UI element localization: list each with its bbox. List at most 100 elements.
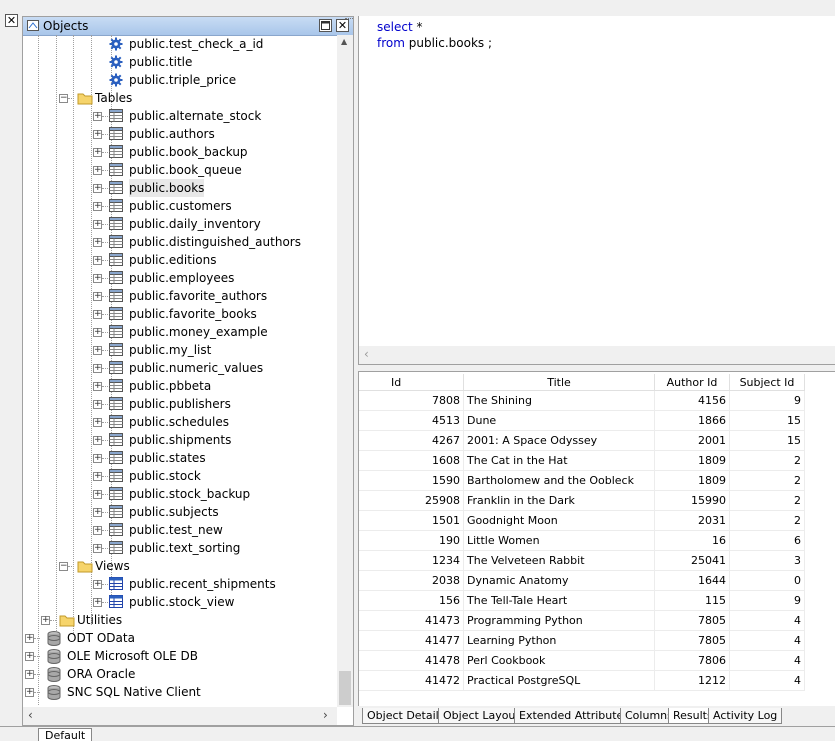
cell-title[interactable]: Franklin in the Dark xyxy=(463,490,655,511)
tree-node-table[interactable]: + public.numeric_values xyxy=(23,359,339,377)
tree-node-view[interactable]: + public.stock_view xyxy=(23,593,339,611)
cell-subject-id[interactable]: 2 xyxy=(729,510,805,531)
cell-subject-id[interactable]: 4 xyxy=(729,630,805,651)
results-grid[interactable]: Id Title Author Id Subject Id 7808 The Sh… xyxy=(358,372,835,706)
table-row[interactable]: 41477 Learning Python 7805 4 xyxy=(359,630,805,651)
cell-author-id[interactable]: 7805 xyxy=(654,610,730,631)
expand-icon[interactable]: + xyxy=(93,328,102,337)
cell-author-id[interactable]: 115 xyxy=(654,590,730,611)
tree-node-view[interactable]: + public.recent_shipments xyxy=(23,575,339,593)
cell-title[interactable]: The Cat in the Hat xyxy=(463,450,655,471)
cell-id[interactable]: 4513 xyxy=(359,410,464,431)
expand-icon[interactable]: + xyxy=(93,418,102,427)
tree-node-table[interactable]: + public.publishers xyxy=(23,395,339,413)
expand-icon[interactable]: + xyxy=(93,166,102,175)
expand-icon[interactable]: + xyxy=(25,652,34,661)
tree-node-table[interactable]: + public.pbbeta xyxy=(23,377,339,395)
tree-horizontal-scrollbar[interactable]: ‹ › xyxy=(23,707,337,725)
tab-object-details[interactable]: Object Details xyxy=(362,708,450,724)
table-row[interactable]: 7808 The Shining 4156 9 xyxy=(359,390,805,411)
cell-author-id[interactable]: 7805 xyxy=(654,630,730,651)
table-row[interactable]: 1608 The Cat in the Hat 1809 2 xyxy=(359,450,805,471)
cell-id[interactable]: 156 xyxy=(359,590,464,611)
cell-author-id[interactable]: 25041 xyxy=(654,550,730,571)
cell-author-id[interactable]: 2001 xyxy=(654,430,730,451)
expand-icon[interactable]: + xyxy=(93,364,102,373)
expand-icon[interactable]: + xyxy=(93,526,102,535)
cell-id[interactable]: 41477 xyxy=(359,630,464,651)
cell-title[interactable]: Goodnight Moon xyxy=(463,510,655,531)
cell-id[interactable]: 41472 xyxy=(359,670,464,691)
cell-author-id[interactable]: 1212 xyxy=(654,670,730,691)
expand-icon[interactable]: + xyxy=(93,130,102,139)
tree-node-trigger[interactable]: public.test_check_a_id xyxy=(23,35,339,53)
tree-node-table[interactable]: + public.favorite_authors xyxy=(23,287,339,305)
tree-node-table[interactable]: + public.states xyxy=(23,449,339,467)
tree-vertical-scrollbar[interactable]: ▲ xyxy=(337,35,353,707)
cell-author-id[interactable]: 1809 xyxy=(654,450,730,471)
tab-activity-log[interactable]: Activity Log xyxy=(708,708,783,724)
cell-title[interactable]: Practical PostgreSQL xyxy=(463,670,655,691)
cell-title[interactable]: Little Women xyxy=(463,530,655,551)
scroll-right-arrow-icon[interactable]: › xyxy=(323,708,328,722)
cell-author-id[interactable]: 1809 xyxy=(654,470,730,491)
cell-subject-id[interactable]: 6 xyxy=(729,530,805,551)
tree-node-table[interactable]: + public.daily_inventory xyxy=(23,215,339,233)
cell-id[interactable]: 1608 xyxy=(359,450,464,471)
cell-author-id[interactable]: 4156 xyxy=(654,390,730,411)
tree-node-folder[interactable]: + Utilities xyxy=(23,611,339,629)
tree-node-trigger[interactable]: public.triple_price xyxy=(23,71,339,89)
tree-node-db[interactable]: + SNC SQL Native Client xyxy=(23,683,339,701)
cell-id[interactable]: 41473 xyxy=(359,610,464,631)
expand-icon[interactable]: + xyxy=(93,382,102,391)
tree-node-table[interactable]: + public.book_backup xyxy=(23,143,339,161)
tree-node-table[interactable]: + public.book_queue xyxy=(23,161,339,179)
cell-author-id[interactable]: 2031 xyxy=(654,510,730,531)
editor-scroll-left-arrow-icon[interactable]: ‹ xyxy=(364,347,369,361)
cell-author-id[interactable]: 16 xyxy=(654,530,730,551)
tree-node-table[interactable]: + public.editions xyxy=(23,251,339,269)
tree-node-table[interactable]: + public.shipments xyxy=(23,431,339,449)
table-row[interactable]: 41472 Practical PostgreSQL 1212 4 xyxy=(359,670,805,691)
cell-subject-id[interactable]: 3 xyxy=(729,550,805,571)
expand-icon[interactable]: + xyxy=(41,616,50,625)
expand-icon[interactable]: + xyxy=(93,436,102,445)
cell-subject-id[interactable]: 2 xyxy=(729,470,805,491)
cell-id[interactable]: 25908 xyxy=(359,490,464,511)
cell-subject-id[interactable]: 0 xyxy=(729,570,805,591)
table-row[interactable]: 1234 The Velveteen Rabbit 25041 3 xyxy=(359,550,805,571)
expand-icon[interactable]: + xyxy=(93,256,102,265)
table-row[interactable]: 156 The Tell-Tale Heart 115 9 xyxy=(359,590,805,611)
expand-icon[interactable]: + xyxy=(25,670,34,679)
tree-node-table[interactable]: + public.customers xyxy=(23,197,339,215)
cell-id[interactable]: 4267 xyxy=(359,430,464,451)
expand-icon[interactable]: + xyxy=(93,148,102,157)
expand-icon[interactable]: + xyxy=(93,112,102,121)
cell-author-id[interactable]: 1866 xyxy=(654,410,730,431)
column-header-author-id[interactable]: Author Id xyxy=(654,374,730,391)
cell-title[interactable]: 2001: A Space Odyssey xyxy=(463,430,655,451)
cell-title[interactable]: The Velveteen Rabbit xyxy=(463,550,655,571)
cell-subject-id[interactable]: 9 xyxy=(729,590,805,611)
tree-node-table[interactable]: + public.my_list xyxy=(23,341,339,359)
tab-object-layout[interactable]: Object Layout xyxy=(438,708,525,724)
left-pane-close-button[interactable]: ✕ xyxy=(5,14,18,27)
tree-scroll-thumb[interactable] xyxy=(339,671,351,705)
table-row[interactable]: 41473 Programming Python 7805 4 xyxy=(359,610,805,631)
expand-icon[interactable]: + xyxy=(93,274,102,283)
table-row[interactable]: 190 Little Women 16 6 xyxy=(359,530,805,551)
cell-author-id[interactable]: 7806 xyxy=(654,650,730,671)
tab-default[interactable]: Default xyxy=(38,728,93,741)
tree-node-db[interactable]: + ODT OData xyxy=(23,629,339,647)
tree-node-table[interactable]: + public.schedules xyxy=(23,413,339,431)
collapse-icon[interactable]: − xyxy=(59,94,68,103)
tree-node-table[interactable]: + public.stock xyxy=(23,467,339,485)
cell-subject-id[interactable]: 4 xyxy=(729,670,805,691)
tree-node-table[interactable]: + public.favorite_books xyxy=(23,305,339,323)
tree-node-table[interactable]: + public.employees xyxy=(23,269,339,287)
tree-node-table[interactable]: + public.stock_backup xyxy=(23,485,339,503)
expand-icon[interactable]: + xyxy=(93,580,102,589)
table-row[interactable]: 1590 Bartholomew and the Oobleck 1809 2 xyxy=(359,470,805,491)
cell-subject-id[interactable]: 15 xyxy=(729,430,805,451)
cell-id[interactable]: 7808 xyxy=(359,390,464,411)
